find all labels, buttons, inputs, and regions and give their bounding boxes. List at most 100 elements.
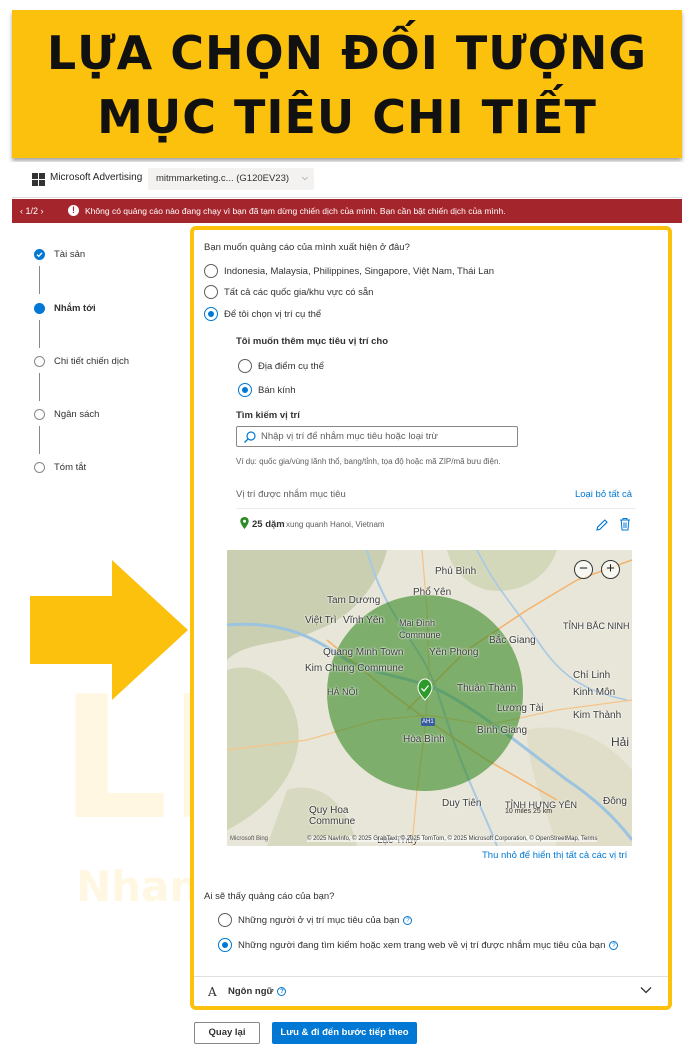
help-icon[interactable]: ? — [609, 940, 619, 950]
step-connector — [39, 320, 40, 348]
option-label: Để tôi chọn vị trí cụ thể — [224, 309, 322, 320]
map-label: Phú Bình — [435, 566, 477, 577]
step-connector — [39, 373, 40, 401]
chevron-right-icon[interactable]: › — [41, 206, 44, 216]
location-radius: 25 dặm — [252, 519, 285, 530]
microsoft-logo-icon — [32, 173, 45, 186]
highway-shield-label: AH1 — [422, 719, 434, 725]
app-header: Microsoft Advertising mitmmarketing.c...… — [12, 162, 682, 198]
location-search-box[interactable] — [236, 426, 518, 447]
step-connector — [39, 266, 40, 294]
language-label: Ngôn ngữ — [228, 986, 274, 997]
radio-button[interactable] — [204, 285, 218, 299]
brand-name: Microsoft Advertising — [50, 172, 143, 183]
save-next-button[interactable]: Lưu & đi đến bước tiếp theo — [272, 1022, 417, 1044]
map-label: HÀ NỘI — [327, 687, 359, 697]
zoom-in-button[interactable]: + — [601, 560, 620, 579]
map-label: Tam Dương — [327, 595, 381, 606]
pointer-arrow-icon — [30, 560, 188, 700]
targeting-panel: Bạn muốn quảng cáo của mình xuất hiện ở … — [190, 226, 672, 1010]
pending-step-dot-icon — [34, 356, 45, 367]
map-label: Commune — [399, 630, 441, 640]
account-name: mitmmarketing.c... (G120EV23) — [156, 173, 290, 184]
back-button[interactable]: Quay lại — [194, 1022, 260, 1044]
chevron-left-icon[interactable]: ‹ — [20, 206, 23, 216]
help-icon[interactable]: ? — [277, 986, 287, 996]
map-label: Bình Giang — [477, 725, 528, 736]
step-label: Chi tiết chiến dịch — [54, 356, 129, 367]
radio-button[interactable] — [218, 913, 232, 927]
map-label: Yên Phong — [429, 647, 479, 658]
bing-logo: Microsoft Bing — [230, 836, 269, 842]
location-search-input[interactable] — [261, 429, 511, 444]
radio-button-selected[interactable] — [238, 383, 252, 397]
banner-title-line1: LỰA CHỌN ĐỐI TƯỢNG — [46, 26, 648, 80]
search-hint: Ví dụ: quốc gia/vùng lãnh thổ, bang/tỉnh… — [236, 457, 501, 466]
map-label: Lương Tài — [497, 703, 544, 714]
search-title: Tìm kiếm vị trí — [236, 410, 300, 421]
map-label: TỈNH BẮC NINH — [563, 621, 630, 631]
radio-button[interactable] — [238, 359, 252, 373]
map-label: Duy Tiên — [442, 798, 482, 809]
location-map[interactable]: Phú Bình Phổ Yên Tam Dương Việt Trì Vĩnh… — [227, 550, 632, 846]
alert-bar: ‹ 1/2 › ! Không có quảng cáo nào đang ch… — [12, 199, 682, 223]
location-name: xung quanh Hanoi, Vietnam — [286, 520, 385, 529]
remove-all-link[interactable]: Loại bỏ tất cả — [575, 489, 632, 500]
delete-icon[interactable] — [619, 517, 631, 531]
radio-button[interactable] — [204, 264, 218, 278]
where-question: Bạn muốn quảng cáo của mình xuất hiện ở … — [204, 242, 410, 253]
step-label: Tài sản — [54, 249, 86, 260]
option-label: Địa điểm cụ thể — [258, 361, 325, 372]
radio-button-selected[interactable] — [204, 307, 218, 321]
targeted-locations-title: Vị trí được nhắm mục tiêu — [236, 489, 346, 500]
radio-button-selected[interactable] — [218, 938, 232, 952]
alert-page-count: 1/2 — [25, 206, 39, 216]
option-label: Những người đang tìm kiếm hoặc xem trang… — [238, 940, 619, 951]
option-label: Tất cả các quốc gia/khu vực có sẵn — [224, 287, 374, 298]
zoom-out-button[interactable]: − — [574, 560, 593, 579]
step-label: Nhắm tới — [54, 303, 96, 314]
map-attribution[interactable]: © 2025 NavInfo, © 2025 GrabTaxi, © 2025 … — [307, 836, 598, 842]
map-label: Đông — [603, 796, 627, 807]
banner-title-line2: MỤC TIÊU CHI TIẾT — [97, 90, 597, 144]
edit-icon[interactable] — [595, 518, 609, 532]
language-icon: A — [208, 985, 217, 999]
who-question: Ai sẽ thấy quảng cáo của bạn? — [204, 891, 335, 902]
wizard-steps: Tài sản Nhắm tới Chi tiết chiến dịch Ngâ… — [34, 244, 174, 484]
map-label: Mai Đình — [399, 618, 436, 628]
zoom-out-to-all-link[interactable]: Thu nhỏ để hiển thị tất cả các vị trí — [482, 850, 627, 861]
map-label: Thuận Thành — [457, 683, 517, 694]
error-icon: ! — [68, 205, 79, 216]
map-label: Hải — [611, 735, 630, 749]
targeted-locations-header: Vị trí được nhắm mục tiêu Loại bỏ tất cả — [236, 489, 636, 509]
language-section[interactable]: A Ngôn ngữ? — [194, 976, 668, 1006]
map-label: Kim Thành — [573, 710, 622, 721]
option-label: Bán kính — [258, 385, 296, 396]
map-label: Vĩnh Yên — [343, 615, 384, 626]
alert-pager[interactable]: ‹ 1/2 › — [20, 206, 44, 216]
map-label: Kim Chung Commune — [305, 663, 404, 674]
chevron-down-icon: ⌵ — [301, 173, 308, 182]
step-label: Ngân sách — [54, 409, 100, 420]
map-label: Commune — [309, 816, 356, 827]
map-label: Quy Hoa — [309, 805, 349, 816]
help-icon[interactable]: ? — [403, 915, 413, 925]
step-connector — [39, 426, 40, 454]
map-label: Quang Minh Town — [323, 647, 404, 658]
title-banner: LỰA CHỌN ĐỐI TƯỢNG MỤC TIÊU CHI TIẾT — [12, 10, 682, 158]
check-icon — [34, 249, 45, 260]
map-label: Bắc Giang — [489, 635, 536, 646]
map-label: Kinh Môn — [573, 687, 616, 698]
alert-message: Không có quảng cáo nào đang chạy vì bạn … — [85, 206, 506, 216]
current-step-dot-icon — [34, 303, 45, 314]
account-selector[interactable]: mitmmarketing.c... (G120EV23) ⌵ — [148, 168, 314, 190]
option-label: Những người ở vị trí mục tiêu của bạn? — [238, 915, 413, 926]
step-label: Tóm tắt — [54, 462, 87, 473]
option-text: Những người đang tìm kiếm hoặc xem trang… — [238, 940, 606, 951]
chevron-down-icon[interactable] — [640, 986, 652, 994]
add-target-title: Tôi muốn thêm mục tiêu vị trí cho — [236, 336, 389, 347]
map-label: Phổ Yên — [413, 587, 452, 598]
map-label: Hòa Bình — [403, 734, 445, 745]
location-pin-icon — [240, 517, 249, 529]
pending-step-dot-icon — [34, 462, 45, 473]
